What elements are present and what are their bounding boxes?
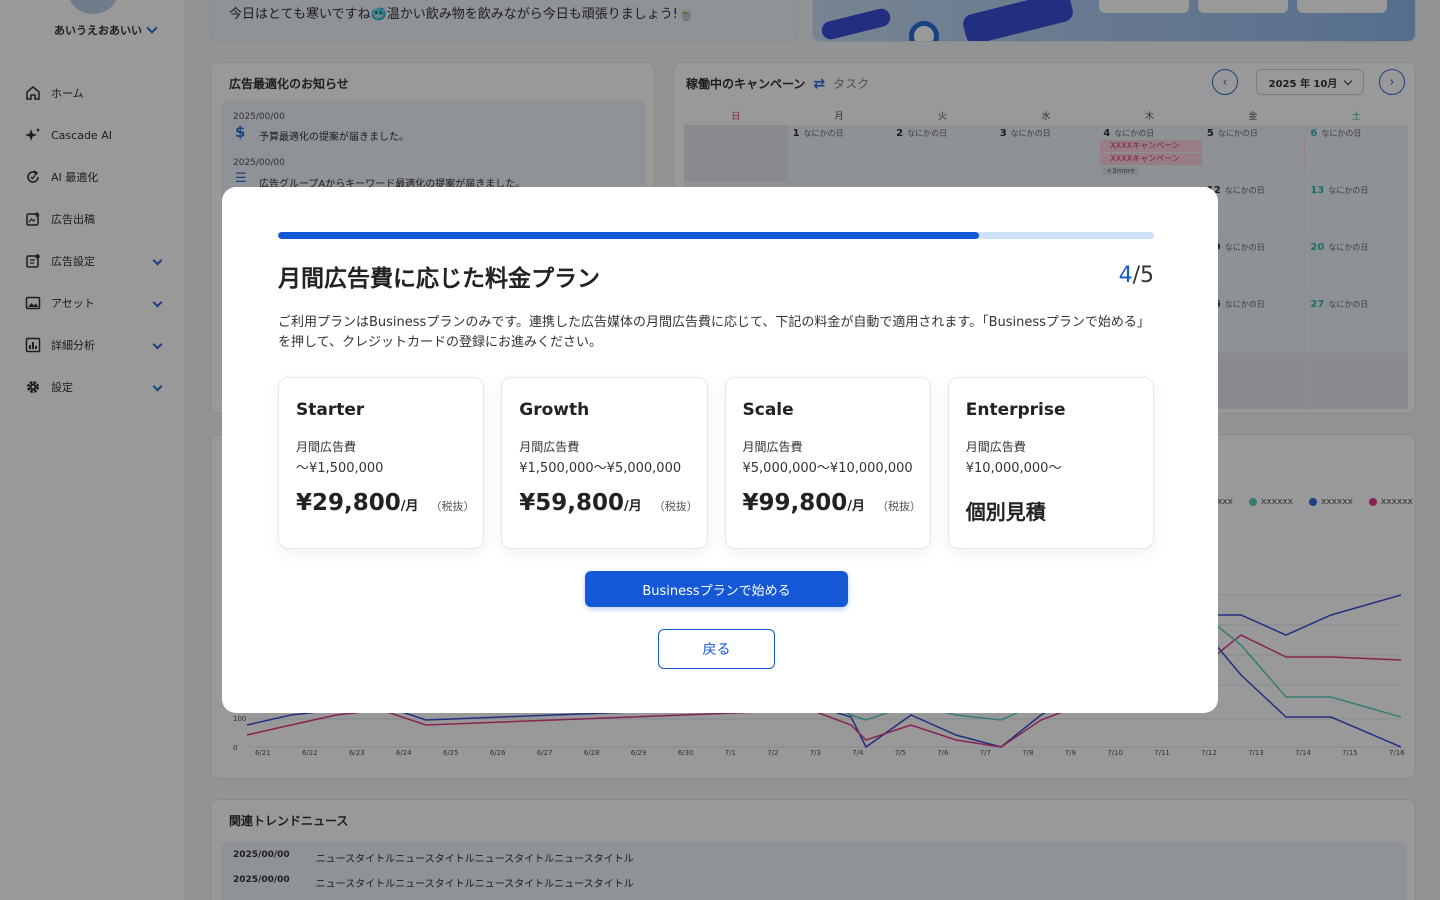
plan-price-amount: ¥99,800	[742, 490, 848, 516]
plan-spend-range: ¥1,500,000〜¥5,000,000	[519, 461, 682, 476]
plan-price-amount: ¥29,800	[296, 490, 401, 516]
plan-card-scale: Scale 月間広告費 ¥5,000,000〜¥10,000,000 ¥99,8…	[724, 377, 931, 549]
plan-card-enterprise: Enterprise 月間広告費 ¥10,000,000〜 個別見積	[947, 377, 1154, 549]
plan-name: Enterprise	[965, 400, 1066, 420]
plan-price: ¥29,800 /月 （税抜）	[296, 490, 475, 516]
plan-price-period: /月	[847, 499, 866, 514]
plan-spend-range: ¥5,000,000〜¥10,000,000	[742, 461, 913, 476]
plan-price-period: /月	[624, 499, 642, 514]
plan-price-tax: （税抜）	[430, 500, 475, 513]
progress-bar	[278, 232, 1154, 239]
pricing-modal: 月間広告費に応じた料金プラン 4/5 ご利用プランはBusinessプランのみで…	[222, 187, 1218, 713]
plan-card-starter: Starter 月間広告費 〜¥1,500,000 ¥29,800 /月 （税抜…	[278, 377, 485, 549]
back-button[interactable]: 戻る	[658, 629, 775, 669]
plan-list: Starter 月間広告費 〜¥1,500,000 ¥29,800 /月 （税抜…	[278, 377, 1154, 549]
plan-card-growth: Growth 月間広告費 ¥1,500,000〜¥5,000,000 ¥59,8…	[501, 377, 708, 549]
start-business-plan-button[interactable]: Businessプランで始める	[585, 571, 848, 607]
plan-price: ¥59,800 /月 （税抜）	[519, 490, 698, 516]
plan-spend-label: 月間広告費	[296, 440, 357, 454]
plan-price-amount: ¥59,800	[519, 490, 625, 516]
plan-price-tax: （税抜）	[877, 500, 922, 513]
plan-spend-range: 〜¥1,500,000	[296, 461, 384, 476]
plan-name: Scale	[742, 400, 794, 420]
plan-name: Starter	[296, 400, 365, 420]
plan-spend-label: 月間広告費	[519, 440, 580, 454]
plan-spend-range: ¥10,000,000〜	[965, 461, 1062, 476]
plan-price-period: /月	[400, 499, 419, 514]
step-total: /5	[1132, 263, 1154, 288]
progress-fill	[278, 232, 979, 239]
plan-quote: 個別見積	[965, 500, 1046, 524]
step-current: 4	[1118, 263, 1133, 288]
plan-spend-label: 月間広告費	[965, 440, 1026, 454]
step-indicator: 4/5	[1119, 263, 1154, 288]
plan-price-tax: （税抜）	[653, 500, 698, 513]
plan-name: Growth	[519, 400, 590, 420]
plan-spend-label: 月間広告費	[742, 440, 803, 454]
modal-description: ご利用プランはBusinessプランのみです。連携した広告媒体の月間広告費に応じ…	[278, 315, 1150, 350]
plan-price: ¥99,800 /月 （税抜）	[743, 490, 922, 516]
modal-title: 月間広告費に応じた料金プラン	[278, 266, 600, 292]
